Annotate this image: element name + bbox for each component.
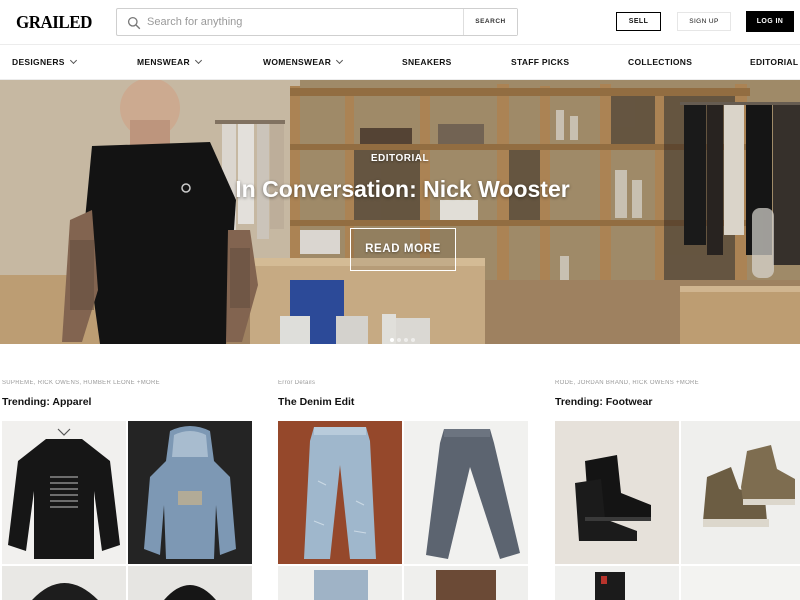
product-image [128, 566, 252, 600]
sign-up-button[interactable]: SIGN UP [677, 12, 731, 31]
product-tile[interactable] [128, 566, 252, 600]
jeans-image [278, 421, 402, 564]
nav-label: STAFF PICKS [511, 57, 570, 67]
nav-item-collections[interactable]: COLLECTIONS [628, 57, 692, 67]
product-tile[interactable] [128, 421, 252, 564]
nav-item-womenswear[interactable]: WOMENSWEAR [263, 56, 344, 67]
sneakers-image [681, 421, 800, 564]
product-tile[interactable] [404, 566, 528, 600]
read-more-button[interactable]: READ MORE [350, 228, 456, 271]
sell-button[interactable]: SELL [616, 12, 661, 31]
main-nav: DESIGNERS MENSWEAR WOMENSWEAR SNEAKERS S… [0, 44, 800, 80]
hero-banner[interactable]: EDITORIAL In Conversation: Nick Wooster … [0, 80, 800, 344]
denim-jacket-image [128, 421, 252, 564]
jeans-image [404, 421, 528, 564]
product-tile[interactable] [2, 421, 126, 564]
carousel-dots [390, 329, 418, 342]
search-button[interactable]: SEARCH [463, 9, 517, 35]
carousel-dot[interactable] [397, 338, 401, 342]
hero-kicker: EDITORIAL [370, 153, 430, 164]
search-bar: SEARCH [116, 8, 518, 36]
nav-label: COLLECTIONS [628, 57, 693, 67]
product-tile[interactable] [404, 421, 528, 564]
chevron-down-icon [336, 56, 344, 65]
product-image [278, 566, 402, 600]
log-in-button[interactable]: LOG IN [746, 11, 794, 32]
product-tile[interactable] [2, 566, 126, 600]
nav-item-designers[interactable]: DESIGNERS [12, 56, 77, 67]
nav-label: WOMENSWEAR [263, 57, 332, 67]
grailed-logo[interactable]: GRAILED [16, 13, 92, 33]
product-tile[interactable] [555, 566, 679, 600]
carousel-dot[interactable] [411, 338, 415, 342]
collection-tags: RODE, JORDAN BRAND, RICK OWENS +MORE [555, 380, 699, 386]
product-tile[interactable] [681, 421, 800, 564]
nav-label: EDITORIAL [750, 57, 799, 67]
nav-label: MENSWEAR [137, 57, 190, 67]
product-image [681, 566, 800, 600]
nav-label: SNEAKERS [402, 57, 452, 67]
boots-image [555, 421, 679, 564]
jacket-image [2, 421, 126, 564]
search-input[interactable] [147, 13, 467, 31]
carousel-dot[interactable] [404, 338, 408, 342]
collection-title[interactable]: The Denim Edit [278, 396, 528, 408]
product-image [555, 566, 679, 600]
product-tile[interactable] [278, 421, 402, 564]
nav-item-menswear[interactable]: MENSWEAR [137, 56, 202, 67]
carousel-dot[interactable] [390, 338, 394, 342]
hero-title[interactable]: In Conversation: Nick Wooster [0, 176, 800, 203]
hero-photo [0, 80, 800, 344]
top-header: GRAILED SEARCH SELL SIGN UP LOG IN [0, 0, 800, 44]
collection-tags: SUPREME, RICK OWENS, HUMBER LEONE +MORE [2, 380, 160, 386]
collection-title[interactable]: Trending: Footwear [555, 396, 800, 408]
collection-title[interactable]: Trending: Apparel [2, 396, 252, 408]
chevron-down-icon [194, 56, 202, 65]
product-tile[interactable] [681, 566, 800, 600]
collection-trending-apparel[interactable]: SUPREME, RICK OWENS, HUMBER LEONE +MORE … [2, 380, 252, 408]
search-icon [127, 16, 141, 30]
product-tile[interactable] [278, 566, 402, 600]
product-tile[interactable] [555, 421, 679, 564]
nav-item-editorial[interactable]: EDITORIAL [750, 57, 798, 67]
chevron-down-icon [69, 56, 77, 65]
nav-item-staff-picks[interactable]: STAFF PICKS [511, 57, 569, 67]
nav-label: DESIGNERS [12, 57, 65, 67]
product-image [404, 566, 528, 600]
collection-trending-footwear[interactable]: RODE, JORDAN BRAND, RICK OWENS +MORE Tre… [555, 380, 800, 408]
collection-denim-edit[interactable]: Error Details The Denim Edit [278, 380, 528, 408]
collection-tags: Error Details [278, 380, 316, 386]
nav-item-sneakers[interactable]: SNEAKERS [402, 57, 452, 67]
product-image [2, 566, 126, 600]
